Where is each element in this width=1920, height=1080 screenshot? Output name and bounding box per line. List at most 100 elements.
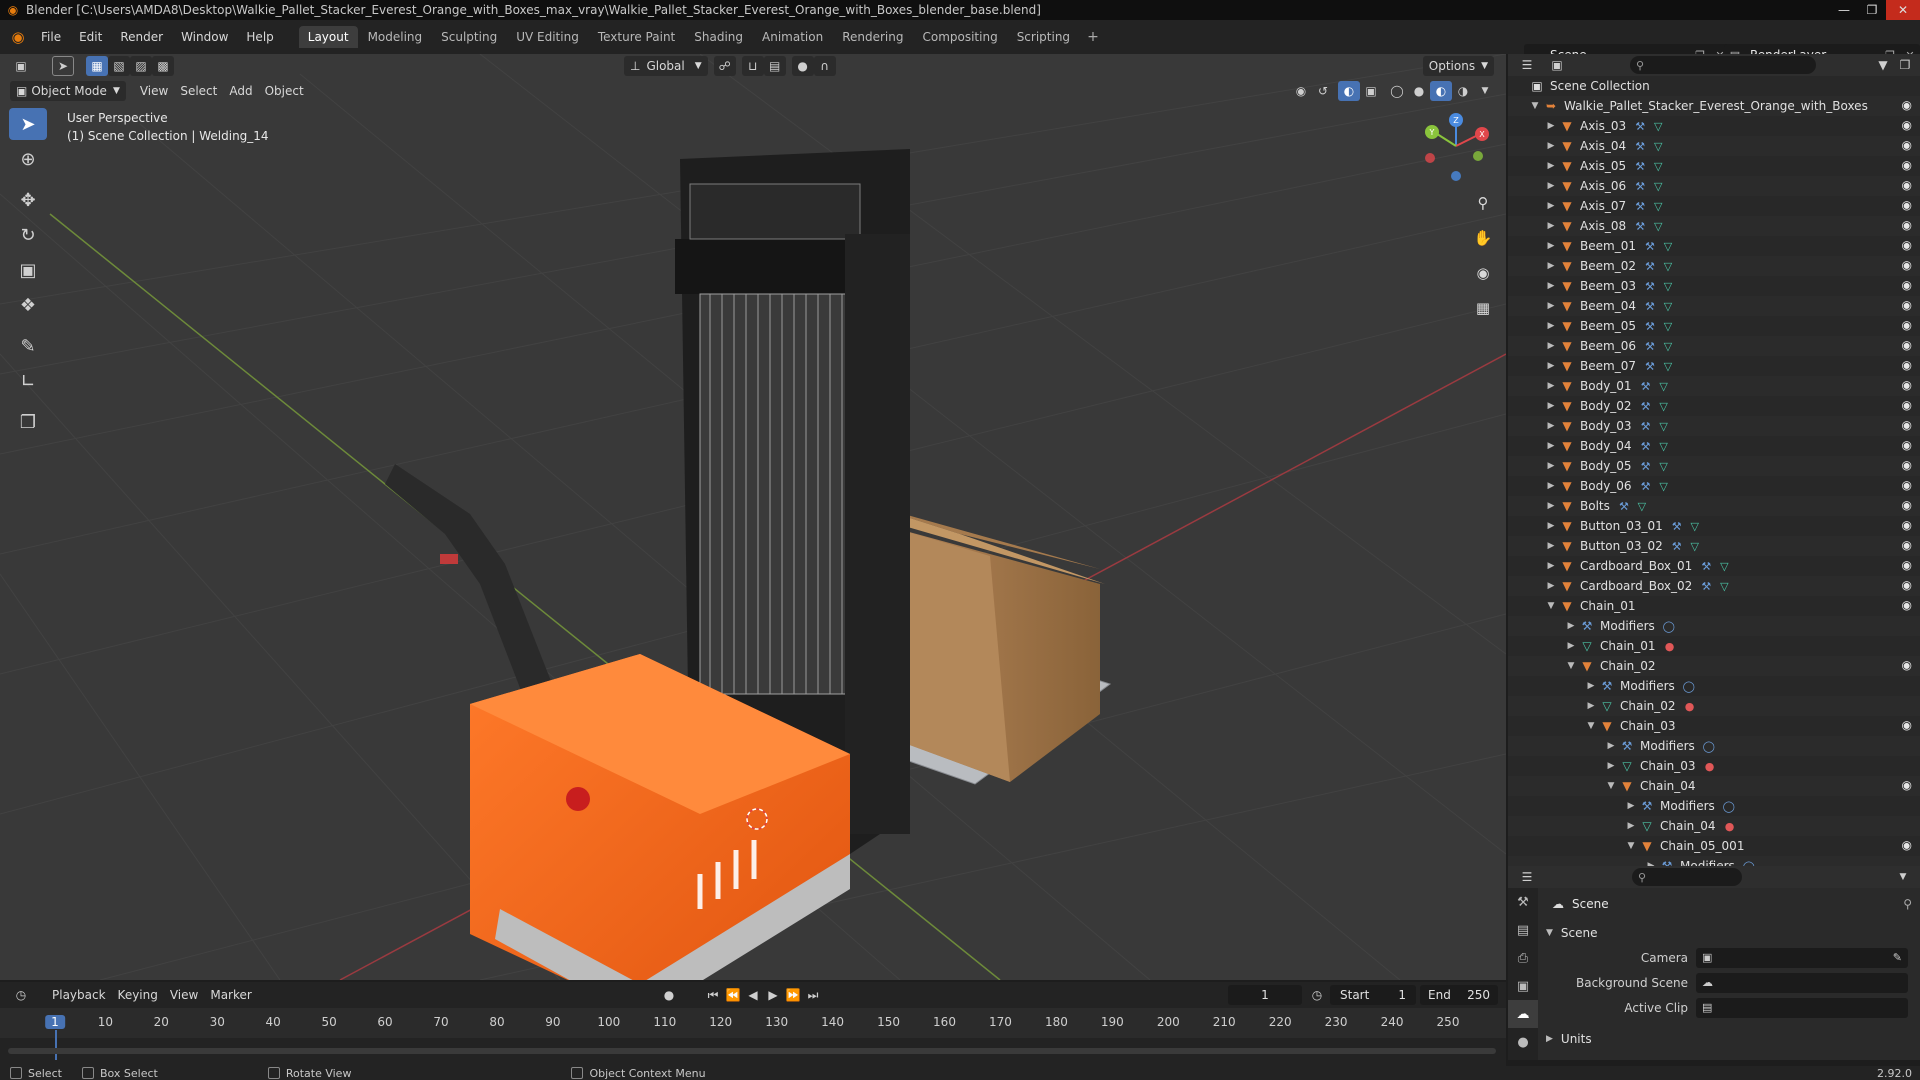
mesh-data-icon[interactable]: ▽ xyxy=(1660,318,1676,334)
eye-icon[interactable]: ◉ xyxy=(1902,558,1912,572)
gizmo-toggle-icon[interactable]: ↺ xyxy=(1312,81,1334,101)
blender-menu-icon[interactable]: ◉ xyxy=(4,25,32,49)
maximize-icon[interactable]: ❐ xyxy=(1858,0,1886,20)
outliner-object-row[interactable]: ▶ ▼ Beem_03 ⚒ ▽ ◉ xyxy=(1508,276,1920,296)
background-scene-field[interactable]: ☁ xyxy=(1696,972,1908,993)
measure-tool-icon[interactable]: ∟ xyxy=(9,365,47,397)
eye-icon[interactable]: ◉ xyxy=(1902,498,1912,512)
scene-panel-header[interactable]: ▼ Scene xyxy=(1540,920,1920,945)
outliner-object-row[interactable]: ▶ ▼ Beem_01 ⚒ ▽ ◉ xyxy=(1508,236,1920,256)
modifier-icon[interactable]: ⚒ xyxy=(1638,418,1654,434)
filter-icon[interactable]: ▼ xyxy=(1872,55,1894,75)
proportional-edit-icon[interactable]: ● xyxy=(791,56,814,76)
outliner-tree-row[interactable]: ▼ ▼ Chain_03 ◉ xyxy=(1508,716,1920,736)
cursor-tool-icon[interactable]: ⊕ xyxy=(9,143,47,175)
modifier-settings-icon[interactable]: ◯ xyxy=(1701,738,1717,754)
tool-tab-icon[interactable]: ⚒ xyxy=(1508,888,1538,916)
outliner-tree-row[interactable]: ▶ ⚒ Modifiers ◯ xyxy=(1508,796,1920,816)
mode-dropdown[interactable]: ▣ Object Mode ▼ xyxy=(10,81,126,101)
menu-playback[interactable]: Playback xyxy=(46,985,112,1005)
modifier-icon[interactable]: ⚒ xyxy=(1698,578,1714,594)
mode-extend-icon[interactable]: ▧ xyxy=(108,56,130,76)
select-box-tool-icon[interactable]: ➤ xyxy=(9,108,47,140)
mesh-data-icon[interactable]: ▽ xyxy=(1650,178,1666,194)
rendered-shading-icon[interactable]: ◑ xyxy=(1452,81,1474,101)
modifier-icon[interactable]: ⚒ xyxy=(1632,138,1648,154)
expand-arrow-icon[interactable]: ▶ xyxy=(1544,281,1558,291)
outliner-object-row[interactable]: ▶ ▼ Axis_04 ⚒ ▽ ◉ xyxy=(1508,136,1920,156)
modifier-icon[interactable]: ⚒ xyxy=(1642,238,1658,254)
outliner-tree-row[interactable]: ▼ ▼ Chain_04 ◉ xyxy=(1508,776,1920,796)
mesh-data-icon[interactable]: ▽ xyxy=(1660,238,1676,254)
falloff-icon[interactable]: ∩ xyxy=(813,56,836,76)
collapse-arrow-icon[interactable]: ▼ xyxy=(1528,101,1542,111)
add-workspace-button[interactable]: + xyxy=(1080,29,1106,45)
modifier-settings-icon[interactable]: ◯ xyxy=(1721,798,1737,814)
menu-render[interactable]: Render xyxy=(111,25,172,49)
eye-icon[interactable]: ◉ xyxy=(1902,718,1912,732)
render-tab-icon[interactable]: ▤ xyxy=(1508,916,1538,944)
eye-icon[interactable]: ◉ xyxy=(1902,138,1912,152)
mesh-data-icon[interactable]: ▽ xyxy=(1656,478,1672,494)
eye-icon[interactable]: ◉ xyxy=(1902,458,1912,472)
menu-marker[interactable]: Marker xyxy=(204,985,257,1005)
expand-arrow-icon[interactable]: ▶ xyxy=(1544,481,1558,491)
timeline-editor-icon[interactable]: ◷ xyxy=(10,985,32,1005)
mesh-data-icon[interactable]: ▽ xyxy=(1660,258,1676,274)
modifier-icon[interactable]: ⚒ xyxy=(1698,558,1714,574)
outliner-object-row[interactable]: ▶ ▼ Beem_05 ⚒ ▽ ◉ xyxy=(1508,316,1920,336)
outliner-tree-row[interactable]: ▶ ⚒ Modifiers ◯ xyxy=(1508,616,1920,636)
tab-uv-editing[interactable]: UV Editing xyxy=(507,26,588,48)
play-icon[interactable]: ▶ xyxy=(762,985,784,1005)
visibility-icon[interactable]: ◉ xyxy=(1290,81,1312,101)
navigation-gizmo[interactable]: Z X Y xyxy=(1420,110,1492,182)
expand-arrow-icon[interactable]: ▶ xyxy=(1544,421,1558,431)
menu-window[interactable]: Window xyxy=(172,25,237,49)
mesh-data-icon[interactable]: ▽ xyxy=(1687,538,1703,554)
mesh-data-icon[interactable]: ▽ xyxy=(1656,438,1672,454)
expand-arrow-icon[interactable]: ▶ xyxy=(1544,241,1558,251)
active-clip-field[interactable]: ▤ xyxy=(1696,997,1908,1018)
pan-hand-icon[interactable]: ✋ xyxy=(1470,225,1496,251)
eye-icon[interactable]: ◉ xyxy=(1902,158,1912,172)
expand-arrow-icon[interactable]: ▶ xyxy=(1546,1034,1553,1044)
eye-icon[interactable]: ◉ xyxy=(1902,358,1912,372)
modifier-icon[interactable]: ⚒ xyxy=(1642,298,1658,314)
eye-icon[interactable]: ◉ xyxy=(1902,278,1912,292)
expand-arrow-icon[interactable]: ▶ xyxy=(1624,821,1638,831)
eye-icon[interactable]: ◉ xyxy=(1902,378,1912,392)
output-tab-icon[interactable]: ⎙ xyxy=(1508,944,1538,972)
tab-rendering[interactable]: Rendering xyxy=(833,26,912,48)
mesh-data-icon[interactable]: ▽ xyxy=(1656,458,1672,474)
eye-icon[interactable]: ◉ xyxy=(1902,598,1912,612)
prev-keyframe-icon[interactable]: ⏪ xyxy=(722,985,744,1005)
modifier-icon[interactable]: ⚒ xyxy=(1642,318,1658,334)
menu-select[interactable]: Select xyxy=(174,81,223,101)
outliner-object-row[interactable]: ▶ ▼ Body_06 ⚒ ▽ ◉ xyxy=(1508,476,1920,496)
modifier-icon[interactable]: ⚒ xyxy=(1638,478,1654,494)
shading-options-icon[interactable]: ▼ xyxy=(1474,81,1496,101)
preview-range-icon[interactable]: ◷ xyxy=(1306,985,1328,1005)
material-icon[interactable]: ● xyxy=(1702,758,1718,774)
jump-start-icon[interactable]: ⏮ xyxy=(702,985,724,1005)
modifier-icon[interactable]: ⚒ xyxy=(1632,158,1648,174)
outliner-tree-row[interactable]: ▶ ▽ Chain_01 ● xyxy=(1508,636,1920,656)
menu-file[interactable]: File xyxy=(32,25,70,49)
tab-animation[interactable]: Animation xyxy=(753,26,832,48)
record-icon[interactable]: ● xyxy=(658,985,680,1005)
xray-icon[interactable]: ▣ xyxy=(1360,81,1382,101)
expand-arrow-icon[interactable]: ▶ xyxy=(1544,141,1558,151)
menu-view[interactable]: View xyxy=(134,81,174,101)
expand-arrow-icon[interactable]: ▶ xyxy=(1564,621,1578,631)
modifier-icon[interactable]: ⚒ xyxy=(1638,438,1654,454)
material-icon[interactable]: ● xyxy=(1722,818,1738,834)
mesh-data-icon[interactable]: ▽ xyxy=(1650,158,1666,174)
menu-edit[interactable]: Edit xyxy=(70,25,111,49)
outliner-object-row[interactable]: ▶ ▼ Axis_07 ⚒ ▽ ◉ xyxy=(1508,196,1920,216)
expand-arrow-icon[interactable]: ▶ xyxy=(1544,561,1558,571)
outliner-object-row[interactable]: ▶ ▼ Beem_02 ⚒ ▽ ◉ xyxy=(1508,256,1920,276)
menu-add[interactable]: Add xyxy=(223,81,258,101)
overlay-icon[interactable]: ◐ xyxy=(1338,81,1360,101)
expand-arrow-icon[interactable]: ▶ xyxy=(1584,681,1598,691)
neg-y-axis-handle[interactable] xyxy=(1473,151,1483,161)
